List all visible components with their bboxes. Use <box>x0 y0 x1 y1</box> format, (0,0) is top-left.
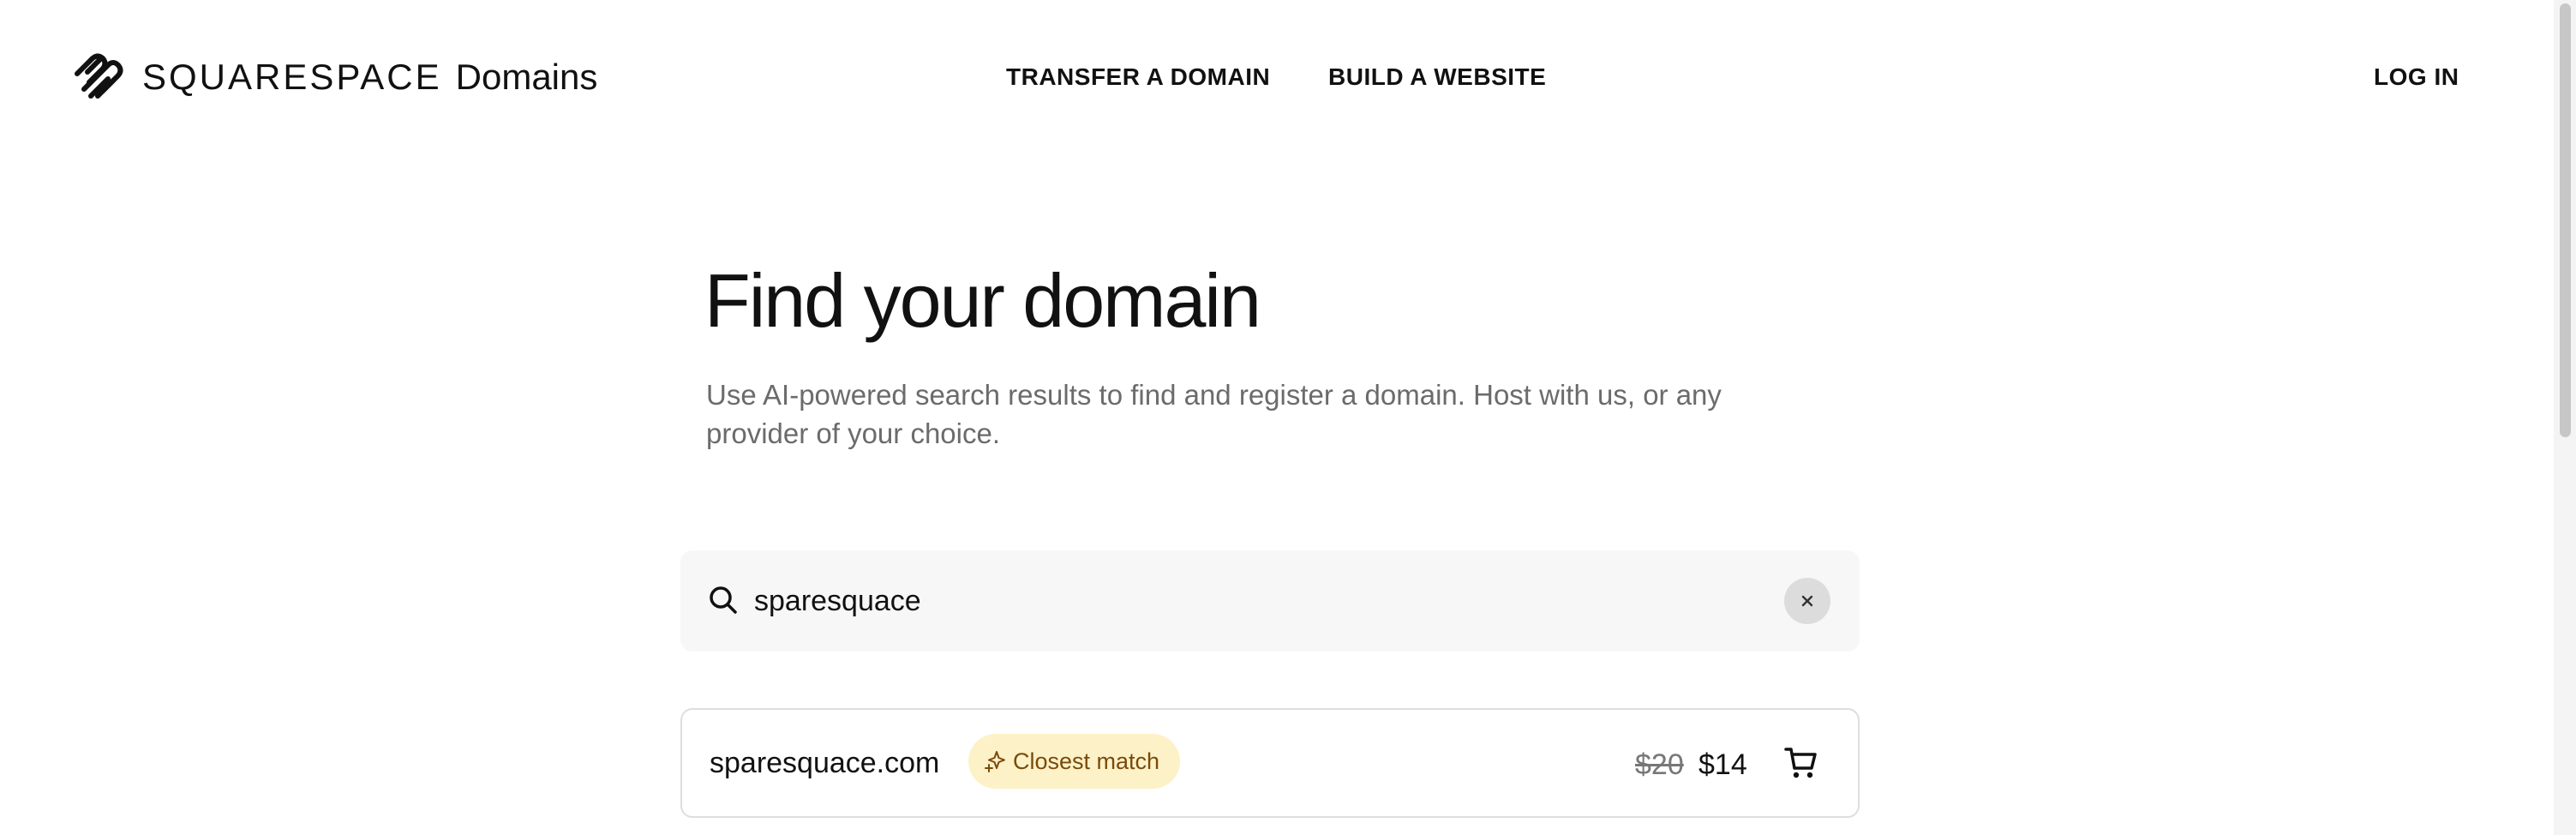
close-icon <box>1801 595 1813 607</box>
logo[interactable]: SQUARESPACE Domains <box>70 51 597 103</box>
search-icon <box>710 586 737 614</box>
nav-transfer-domain[interactable]: TRANSFER A DOMAIN <box>1006 60 1270 94</box>
original-price: $20 <box>1635 748 1684 781</box>
clear-search-button[interactable] <box>1784 578 1830 624</box>
page-description: Use AI-powered search results to find an… <box>706 379 1722 449</box>
squarespace-logo-icon <box>75 53 123 99</box>
add-to-cart-button[interactable] <box>1779 741 1824 785</box>
sale-price: $14 <box>1698 748 1747 781</box>
result-domain-name: sparesquace.com <box>710 747 940 779</box>
closest-match-label: Closest match <box>1013 748 1160 774</box>
nav-log-in[interactable]: LOG IN <box>2374 60 2459 94</box>
nav-build-website[interactable]: BUILD A WEBSITE <box>1328 60 1546 94</box>
domain-search-box <box>680 550 1860 652</box>
brand-name: SQUARESPACE <box>142 57 442 97</box>
cart-icon <box>1784 748 1817 778</box>
scrollbar-thumb[interactable] <box>2560 3 2571 437</box>
sparkle-icon <box>985 751 1005 772</box>
page-scrollbar[interactable] <box>2554 0 2576 835</box>
closest-match-badge: Closest match <box>968 734 1181 789</box>
domain-search-input[interactable] <box>754 576 1740 626</box>
site-header: SQUARESPACE Domains TRANSFER A DOMAIN BU… <box>0 0 2554 154</box>
page-title: Find your domain <box>704 258 1261 343</box>
product-name: Domains <box>455 57 598 97</box>
domain-result-row[interactable]: sparesquace.com Closest match $20 $14 <box>680 708 1860 818</box>
